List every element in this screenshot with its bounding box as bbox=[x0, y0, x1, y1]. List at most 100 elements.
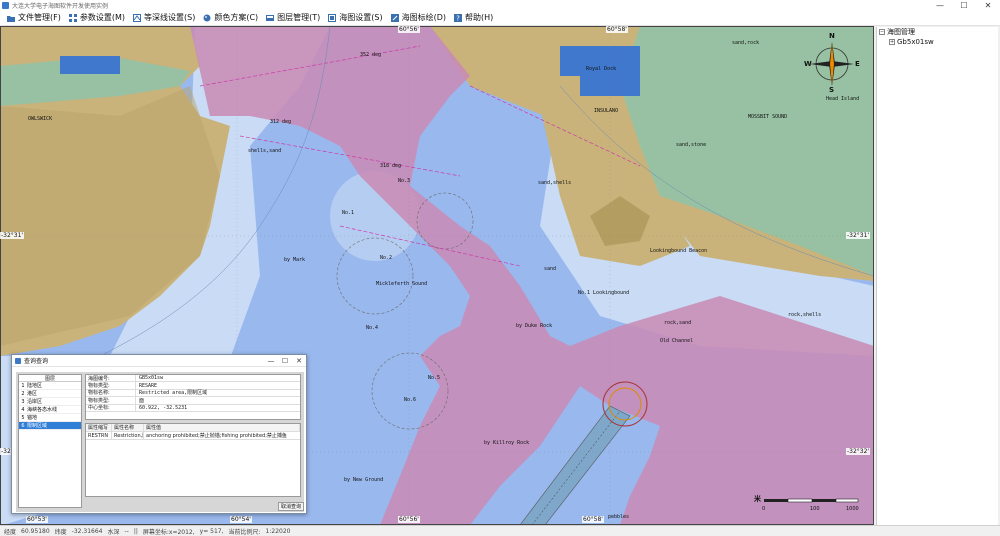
layer-list-item-selected[interactable]: 6 限制区域 bbox=[19, 422, 81, 430]
attribute-table-header: 属性缩写 属性名称 属性值 bbox=[86, 424, 300, 432]
place-label: sand,shells bbox=[538, 180, 572, 186]
scale-label: 100 bbox=[810, 506, 820, 512]
coord-bottom: 60°53' bbox=[26, 516, 48, 523]
status-scale-value: 1:22020 bbox=[265, 527, 291, 535]
place-label: shells,sand bbox=[248, 148, 282, 154]
scale-unit: 米 bbox=[754, 495, 761, 503]
place-label: No.6 bbox=[404, 397, 417, 403]
place-label: 352 deg bbox=[360, 52, 382, 58]
table-row[interactable]: RESTRN Restriction,限制区 anchoring prohibi… bbox=[86, 432, 300, 440]
place-label: 318 deg bbox=[380, 163, 402, 169]
dialog-title-bar[interactable]: 查询查询 — ☐ ✕ bbox=[12, 355, 306, 367]
dialog-close-button[interactable]: ✕ bbox=[292, 357, 306, 365]
place-label: Lookingbound Beacon bbox=[650, 248, 708, 254]
place-label: by New Ground bbox=[344, 477, 384, 483]
contour-icon bbox=[133, 13, 141, 22]
folder-icon bbox=[7, 14, 15, 22]
place-label: pebbles bbox=[608, 514, 630, 520]
place-label: rock,shells bbox=[788, 312, 822, 318]
window-title: 大连大学电子海图软件开发使用实例 bbox=[12, 2, 109, 10]
layer-list: 图层 1 陆地区 2 港区 3 沿岸区 4 海峡各态水线 5 锚地 6 限制区域 bbox=[18, 374, 82, 508]
property-row: 海图编号: GB5x01sw bbox=[86, 375, 300, 383]
place-label: rock,sand bbox=[664, 320, 692, 326]
feature-property-table: 海图编号: GB5x01sw 物标类型: RESARE 物标名称: Restricte… bbox=[85, 374, 301, 420]
property-row: 中心坐标: 60.922, -32.5231 bbox=[86, 404, 300, 412]
dialog-minimize-button[interactable]: — bbox=[264, 357, 278, 365]
app-icon bbox=[2, 1, 9, 9]
title-bar: 大连大学电子海图软件开发使用实例 — ☐ ✕ bbox=[0, 0, 1000, 10]
coord-top: 60°58' bbox=[606, 26, 628, 33]
collapse-icon[interactable]: − bbox=[879, 29, 885, 35]
place-label: Head Island bbox=[826, 96, 860, 102]
minimize-button[interactable]: — bbox=[928, 0, 952, 10]
scale-bar: 0 100 1000 米 bbox=[754, 495, 860, 518]
status-scale-label: 当前比例尺: bbox=[228, 528, 261, 536]
help-icon: ? bbox=[454, 13, 463, 22]
dialog-icon bbox=[15, 357, 21, 364]
menu-colors[interactable]: 颜色方案(C) bbox=[199, 11, 262, 25]
status-screen-x: 屏幕坐标:x=2012, bbox=[142, 528, 195, 536]
chart-settings-icon bbox=[328, 13, 337, 22]
attribute-table: 属性缩写 属性名称 属性值 RESTRN Restriction,限制区 anc… bbox=[85, 423, 301, 497]
tree-node-chart[interactable]: + Gb5x01sw bbox=[877, 37, 998, 47]
menu-chart-settings[interactable]: 海图设置(S) bbox=[324, 11, 386, 25]
coord-right: -32°32' bbox=[846, 448, 871, 455]
place-label: Old Channel bbox=[660, 338, 694, 344]
layer-list-header: 图层 bbox=[19, 375, 81, 382]
feature-query-dialog: 查询查询 — ☐ ✕ 图层 1 陆地区 2 港区 3 沿岸区 4 海峡各态水线 5 锚地 … bbox=[11, 354, 307, 514]
layers-icon bbox=[266, 14, 275, 22]
layer-list-item[interactable]: 3 沿岸区 bbox=[19, 398, 81, 406]
status-depth-value: -- bbox=[124, 527, 129, 535]
cancel-query-button[interactable]: 取消查询 bbox=[278, 502, 304, 511]
tree-root[interactable]: − 海图管理 bbox=[877, 27, 998, 37]
coord-right: -32°31' bbox=[846, 232, 871, 239]
palette-icon bbox=[203, 14, 211, 22]
place-label: No.5 bbox=[428, 375, 441, 381]
menu-bar: 文件管理(F) 参数设置(M) 等深线设置(S) 颜色方案(C) 图层管理(T)… bbox=[0, 10, 1000, 26]
place-label: INSULANO bbox=[594, 108, 619, 114]
svg-text:?: ? bbox=[456, 14, 460, 22]
place-label: sand,stone bbox=[676, 142, 707, 148]
layer-list-item[interactable]: 2 港区 bbox=[19, 390, 81, 398]
place-label: No.2 bbox=[380, 255, 393, 261]
status-lat-label: 纬度 bbox=[54, 528, 67, 536]
place-label: No.1 bbox=[342, 210, 355, 216]
menu-plotting[interactable]: 海图标绘(D) bbox=[387, 11, 450, 25]
dialog-body: 图层 1 陆地区 2 港区 3 沿岸区 4 海峡各态水线 5 锚地 6 限制区域 海图编号:… bbox=[16, 372, 304, 512]
menu-layers[interactable]: 图层管理(T) bbox=[262, 11, 324, 25]
status-lon-label: 经度 bbox=[4, 528, 17, 536]
status-depth-label: 水深 bbox=[107, 528, 120, 536]
place-label: Royal Dock bbox=[586, 66, 617, 72]
place-label: sand bbox=[544, 266, 557, 272]
coord-top: 60°56' bbox=[398, 26, 420, 33]
dialog-maximize-button[interactable]: ☐ bbox=[278, 357, 292, 365]
status-lat-value: -32.31664 bbox=[71, 527, 103, 535]
grid-icon bbox=[68, 13, 77, 22]
layer-list-item[interactable]: 5 锚地 bbox=[19, 414, 81, 422]
status-divider: || bbox=[133, 527, 138, 535]
expand-icon[interactable]: + bbox=[889, 39, 895, 45]
maximize-button[interactable]: ☐ bbox=[952, 0, 976, 10]
place-label: by Duke Rock bbox=[516, 323, 553, 329]
scale-label: 1000 bbox=[846, 506, 859, 512]
place-label: by Killroy Rock bbox=[484, 440, 530, 446]
place-label: OWLSWICK bbox=[28, 116, 53, 122]
layer-list-item[interactable]: 4 海峡各态水线 bbox=[19, 406, 81, 414]
menu-help[interactable]: ? 帮助(H) bbox=[450, 11, 497, 25]
dialog-title: 查询查询 bbox=[24, 358, 49, 365]
menu-parameters[interactable]: 参数设置(M) bbox=[65, 11, 129, 25]
menu-contour[interactable]: 等深线设置(S) bbox=[129, 11, 199, 25]
close-button[interactable]: ✕ bbox=[976, 0, 1000, 10]
menu-file[interactable]: 文件管理(F) bbox=[3, 11, 65, 25]
place-label: No.4 bbox=[366, 325, 379, 331]
place-label: Mickleferth Sound bbox=[376, 281, 428, 287]
place-label: 312 deg bbox=[270, 119, 292, 125]
layer-list-item[interactable]: 1 陆地区 bbox=[19, 382, 81, 390]
status-bar: 经度 60.95180 纬度 -32.31664 水深 -- || 屏幕坐标:x… bbox=[0, 525, 1000, 536]
scale-label: 0 bbox=[762, 506, 766, 512]
place-label: sand,rock bbox=[732, 40, 760, 46]
place-label: No.1 Lookingbound bbox=[578, 290, 630, 296]
coord-bottom: 60°58' bbox=[582, 516, 604, 523]
place-label: MOSSBIT SOUND bbox=[748, 114, 788, 120]
status-screen-y: y= 517, bbox=[199, 527, 224, 535]
